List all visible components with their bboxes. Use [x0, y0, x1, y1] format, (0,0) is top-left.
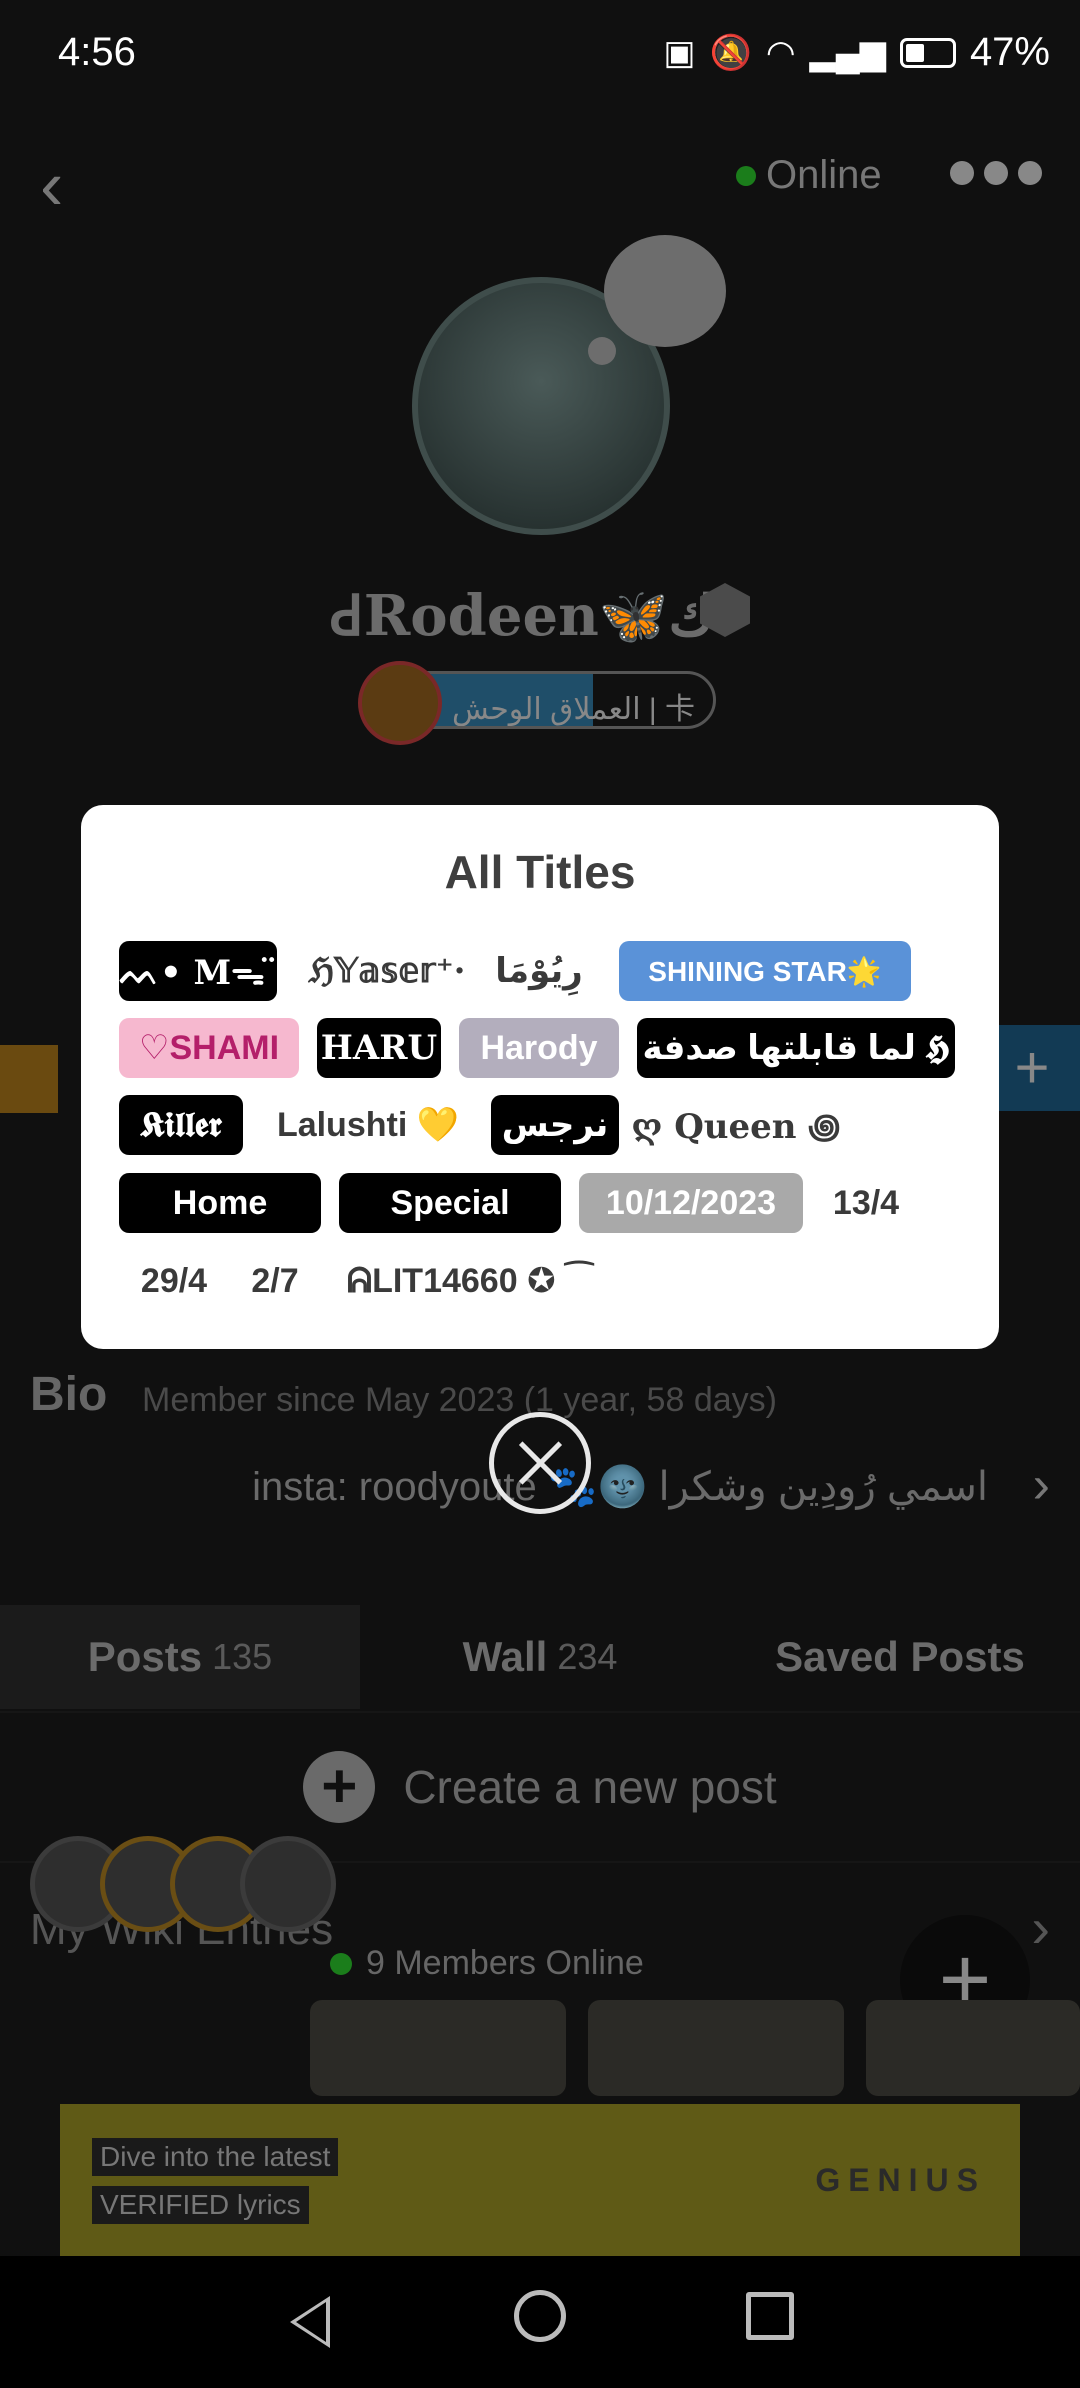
members-online[interactable]: 9 Members Online: [330, 1944, 644, 1983]
titles-row: 𝕶𝖎𝖑𝖑𝖊𝖗 Lalushti 💛 نرجس ღ Qսeen ꩜: [119, 1095, 841, 1155]
titles-row: 29/4 2/7 ᕱLIT14660 ✪ ⁀: [119, 1251, 605, 1311]
title-chip: ᕱLIT14660 ✪ ⁀: [346, 1262, 594, 1300]
avatar: [240, 1836, 336, 1932]
online-members-avatars[interactable]: [30, 1836, 336, 1932]
wiki-card[interactable]: [866, 2000, 1080, 2096]
tab-posts[interactable]: Posts 135: [0, 1605, 360, 1709]
online-dot-icon: [330, 1952, 352, 1975]
title-chip: رِيُوْمَا: [495, 952, 583, 990]
ad-brand: GENIUS: [815, 2162, 986, 2198]
wifi-icon: ◠: [765, 33, 796, 72]
tab-saved-posts[interactable]: Saved Posts: [720, 1605, 1080, 1709]
close-icon[interactable]: [489, 1412, 591, 1514]
mute-icon: 🔕: [709, 33, 752, 72]
level-title: العملاق الوحش | 卡: [451, 693, 695, 726]
level-badge-icon: [358, 661, 442, 745]
nav-recents-icon[interactable]: [746, 2292, 794, 2340]
titles-row: ♡SHAMI HARU Harody لما قابلتها صدفة 𝕳: [119, 1018, 955, 1078]
title-chip: Harody: [459, 1018, 619, 1078]
system-nav-bar: [0, 2256, 1080, 2388]
title-chip: HARU: [317, 1018, 441, 1078]
title-chip: ღ Qսeen ꩜: [631, 1107, 841, 1147]
back-icon[interactable]: ‹: [40, 150, 63, 220]
profile-tabs: Posts 135 Wall 234 Saved Posts: [0, 1605, 1080, 1709]
title-chip: SHINING STAR🌟: [619, 941, 911, 1001]
ad-line-1: Dive into the latest: [92, 2138, 339, 2176]
create-post-label: Create a new post: [403, 1761, 777, 1813]
online-label: Online: [766, 153, 882, 197]
ad-line-2: VERIFIED lyrics: [92, 2186, 309, 2224]
plus-icon: +: [303, 1751, 376, 1823]
chevron-right-icon[interactable]: ›: [1031, 1895, 1050, 1960]
status-time: 4:56: [58, 30, 136, 74]
profile-username: ꓒRodeen🦋ك: [330, 583, 715, 649]
title-chip: لما قابلتها صدفة 𝕳: [637, 1018, 955, 1078]
screen: 4:56 ▣ 🔕 ◠ ▂▄▆ 47% ‹ Online ꓒRodeen🦋ك ال…: [0, 0, 1080, 2388]
title-chip: 2/7: [251, 1261, 299, 1300]
battery-icon: [899, 37, 956, 68]
title-chip: Home: [119, 1173, 321, 1233]
thought-bubble-small: [588, 337, 616, 365]
trophy-icon[interactable]: [0, 1045, 58, 1113]
title-chip: 𝕶𝖎𝖑𝖑𝖊𝖗: [119, 1095, 243, 1155]
title-chip: 29/4: [140, 1261, 208, 1300]
nav-back-icon[interactable]: [290, 2296, 330, 2348]
title-chip: Special: [339, 1173, 561, 1233]
ad-banner[interactable]: Dive into the latest VERIFIED lyrics GEN…: [60, 2104, 1020, 2256]
title-chip: Lalushti 💛: [276, 1106, 460, 1144]
member-since: Member since May 2023 (1 year, 58 days): [142, 1381, 777, 1419]
title-chip: ♡SHAMI: [119, 1018, 299, 1078]
online-status: Online: [736, 153, 882, 198]
title-chip: نرجس: [491, 1095, 619, 1155]
status-bar: 4:56 ▣ 🔕 ◠ ▂▄▆ 47%: [0, 0, 1080, 105]
tab-wall[interactable]: Wall 234: [360, 1605, 720, 1709]
title-chip: ᨓ• 𝐌ᯓ ̈: [119, 941, 277, 1001]
bio-text[interactable]: insta: roodyoute 🐾🌚 اسمي رُودِين وشكرا: [252, 1463, 988, 1510]
title-chip: 13/4: [832, 1183, 900, 1222]
wiki-card[interactable]: [588, 2000, 844, 2096]
wiki-cards: [0, 2000, 1080, 2096]
modal-title: All Titles: [444, 846, 636, 898]
online-dot-icon: [736, 165, 756, 186]
title-chip: ℌ𝕐𝕒𝕤𝕖𝕣⁺·: [308, 951, 466, 991]
all-titles-modal: All Titles ᨓ• 𝐌ᯓ ̈ ℌ𝕐𝕒𝕤𝕖𝕣⁺· رِيُوْمَا SH…: [81, 805, 999, 1349]
nfc-icon: ▣: [663, 33, 696, 72]
signal-icon: ▂▄▆: [809, 33, 886, 72]
wiki-card[interactable]: [310, 2000, 566, 2096]
title-chip: 10/12/2023: [579, 1173, 803, 1233]
nav-home-icon[interactable]: [514, 2290, 566, 2342]
status-icons: ▣ 🔕 ◠ ▂▄▆ 47%: [663, 30, 1050, 75]
chevron-right-icon[interactable]: ›: [1033, 1455, 1050, 1515]
more-icon[interactable]: [950, 161, 1042, 185]
titles-row: ᨓ• 𝐌ᯓ ̈ ℌ𝕐𝕒𝕤𝕖𝕣⁺· رِيُوْمَا SHINING STAR🌟: [119, 941, 911, 1001]
titles-row: Home Special 10/12/2023 13/4: [119, 1173, 911, 1233]
thought-bubble: [604, 235, 726, 347]
battery-percent: 47%: [969, 30, 1050, 74]
bio-label: Bio: [30, 1368, 108, 1421]
